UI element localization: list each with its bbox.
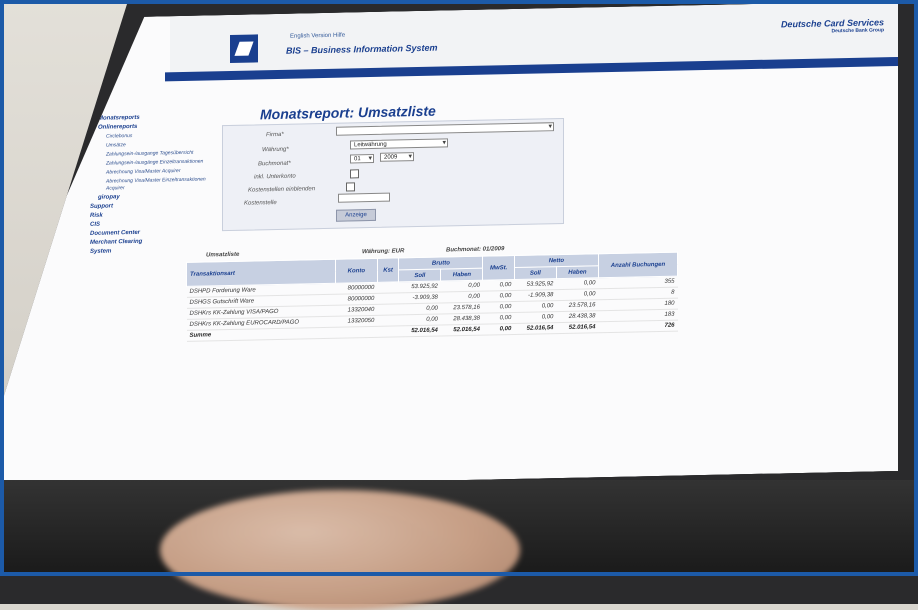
- cell-brutto-haben: 23.578,16: [441, 302, 483, 314]
- col-transaktionsart: Transaktionsart: [187, 259, 336, 286]
- col-netto-haben: Haben: [556, 266, 598, 279]
- col-brutto-soll: Soll: [399, 269, 441, 282]
- cell-netto-soll: 53.925,92: [514, 279, 556, 291]
- cell-konto: 13320050: [335, 315, 377, 327]
- sidebar-item[interactable]: Abrechnung Visa/Master Einzeltransaktion…: [90, 176, 220, 193]
- cell-kst: [377, 326, 398, 337]
- sidebar-item[interactable]: Risk: [90, 210, 220, 220]
- brand-block: Deutsche Card Services Deutsche Bank Gro…: [781, 17, 884, 35]
- sidebar-item[interactable]: Zahlungsein-/ausgänge Einzeltransaktione…: [90, 158, 220, 168]
- col-brutto-haben: Haben: [441, 268, 483, 281]
- col-mwst: MwSt.: [483, 256, 514, 281]
- kostenstelle-input[interactable]: [338, 193, 390, 203]
- cell-kst: [377, 304, 398, 315]
- sidebar-item[interactable]: System: [90, 246, 220, 256]
- cell-mwst: 0,00: [483, 291, 514, 303]
- sidebar-item[interactable]: Document Center: [90, 228, 220, 238]
- month-select[interactable]: 01: [350, 154, 374, 164]
- cell-konto: [335, 326, 377, 338]
- sum-anzahl: 726: [598, 320, 677, 333]
- waehrung-label: Währung*: [262, 146, 289, 154]
- cell-brutto-haben: 0,00: [441, 280, 483, 292]
- kostenstellen-checkbox[interactable]: [346, 182, 355, 191]
- unterkonto-checkbox[interactable]: [350, 169, 359, 178]
- col-anzahl: Anzahl Buchungen: [598, 252, 677, 278]
- col-konto: Konto: [335, 258, 377, 283]
- kostenstelle-label: Kostenstelle: [244, 199, 277, 207]
- sidebar-item[interactable]: CIS: [90, 219, 220, 229]
- col-netto-soll: Soll: [514, 267, 556, 280]
- summary-line: Umsatzliste Währung: EUR Buchmonat: 01/2…: [206, 243, 676, 253]
- deutsche-bank-logo: [230, 34, 258, 63]
- summary-currency: Währung: EUR: [362, 248, 405, 256]
- cell-netto-haben: 0,00: [556, 289, 598, 301]
- cell-kst: [377, 315, 398, 326]
- cell-mwst: 0,00: [483, 302, 514, 314]
- sidebar-item[interactable]: Umsätze: [90, 140, 220, 150]
- cell-konto: 80000000: [335, 293, 377, 305]
- cell-mwst: 0,00: [483, 313, 514, 325]
- user-hand: [160, 490, 520, 610]
- cell-brutto-soll: 0,00: [399, 303, 441, 315]
- cell-kst: [377, 293, 398, 304]
- col-kst: Kst: [377, 258, 398, 282]
- cell-netto-soll: -1.909,38: [514, 290, 556, 302]
- laptop-screen: English Version Hilfe BIS – Business Inf…: [0, 1, 898, 490]
- unterkonto-label: inkl. Unterkonto: [254, 173, 296, 181]
- sum-netto-soll: 52.016,54: [514, 323, 556, 335]
- buchmonat-label: Buchmonat*: [258, 160, 291, 168]
- sidebar-item[interactable]: Merchant Clearing: [90, 237, 220, 247]
- sidebar-item[interactable]: Support: [90, 201, 220, 211]
- cell-netto-haben: 28.438,38: [556, 311, 598, 323]
- sidebar-item[interactable]: giropay: [90, 192, 220, 202]
- sidebar-item[interactable]: Circlebonus: [90, 131, 220, 141]
- cell-brutto-haben: 0,00: [441, 291, 483, 303]
- sidebar-item[interactable]: Monatsreports: [90, 113, 220, 123]
- page-title: Monatsreport: Umsatzliste: [260, 102, 436, 123]
- summary-title: Umsatzliste: [206, 251, 240, 259]
- cell-brutto-soll: 53.925,92: [399, 281, 441, 293]
- sum-netto-haben: 52.016,54: [556, 322, 598, 334]
- sidebar-nav: Monatsreports Onlinereports Circlebonus Ums…: [90, 111, 220, 258]
- year-select[interactable]: 2009: [380, 152, 414, 162]
- cell-brutto-soll: -3.909,38: [399, 292, 441, 304]
- cell-mwst: 0,00: [483, 280, 514, 292]
- cell-brutto-soll: 0,00: [399, 314, 441, 326]
- cell-netto-haben: 0,00: [556, 278, 598, 290]
- firma-label: Firma*: [266, 131, 284, 139]
- header-links[interactable]: English Version Hilfe: [290, 33, 345, 40]
- anzeige-button[interactable]: Anzeige: [336, 209, 376, 222]
- sum-brutto-haben: 52.016,54: [441, 324, 483, 336]
- sidebar-item[interactable]: Abrechnung Visa/Master Acquirer: [90, 167, 220, 177]
- cell-netto-soll: 0,00: [514, 312, 556, 324]
- cell-brutto-haben: 28.438,38: [441, 313, 483, 325]
- umsatz-table: Transaktionsart Konto Kst Brutto MwSt. N…: [186, 252, 678, 342]
- cell-konto: 13320040: [335, 304, 377, 316]
- cell-netto-haben: 23.578,16: [556, 300, 598, 312]
- sum-mwst: 0,00: [483, 324, 514, 336]
- summary-month: Buchmonat: 01/2009: [446, 246, 505, 254]
- cell-netto-soll: 0,00: [514, 301, 556, 313]
- sum-brutto-soll: 52.016,54: [399, 325, 441, 337]
- cell-konto: 80000000: [335, 282, 377, 294]
- cell-kst: [377, 282, 398, 293]
- sum-label: Summe: [187, 327, 336, 341]
- sidebar-item[interactable]: Onlinereports: [90, 122, 220, 132]
- sidebar-item[interactable]: Zahlungsein-/ausgange Tagesübersicht: [90, 149, 220, 159]
